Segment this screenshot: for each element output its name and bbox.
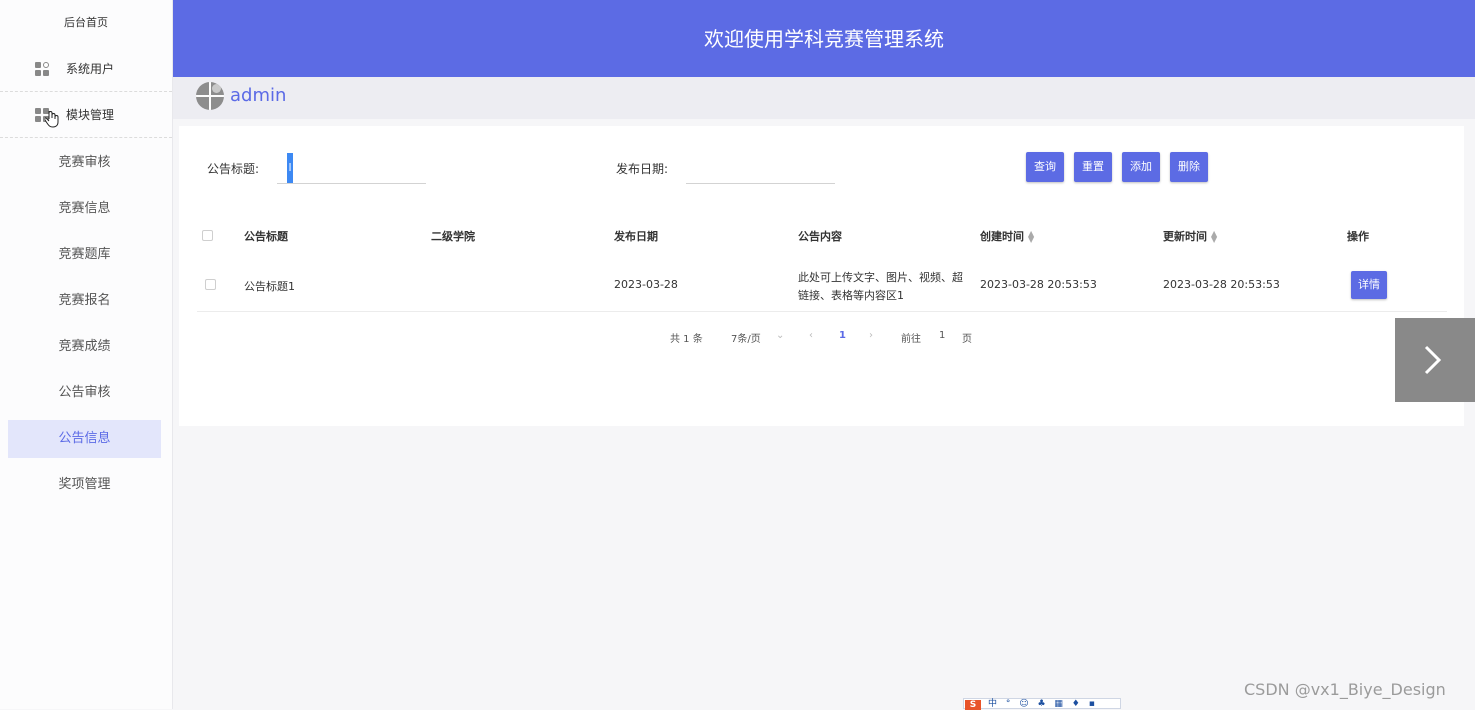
date-search-input[interactable] xyxy=(686,152,835,184)
user-bar: admin xyxy=(173,77,1475,119)
sidebar-group-label: 系统用户 xyxy=(66,62,115,76)
sidebar: 后台首页 系统用户 模块管理 竞赛审核 竞赛信息 竞赛题库 竞赛报名 竞赛成绩 … xyxy=(0,0,173,709)
column-header-actions: 操作 xyxy=(1347,230,1369,243)
column-header-label: 创建时间 xyxy=(980,230,1024,243)
column-header-label: 更新时间 xyxy=(1163,230,1207,243)
sidebar-group-module-management[interactable]: 模块管理 xyxy=(0,92,172,138)
sort-icon[interactable]: ▲ ▼ xyxy=(1211,230,1217,244)
ime-status: 中 ° ☺ ♣ ▦ ♦ ▪ xyxy=(988,699,1098,709)
pagination-total: 共 1 条 xyxy=(670,334,703,345)
sidebar-item-scores[interactable]: 竞赛成绩 xyxy=(8,328,161,366)
sidebar-item-question-bank[interactable]: 竞赛题库 xyxy=(8,236,161,274)
title-search-input[interactable] xyxy=(277,152,426,184)
sidebar-item-registration[interactable]: 竞赛报名 xyxy=(8,282,161,320)
text-cursor: l xyxy=(287,153,293,183)
delete-button[interactable]: 删除 xyxy=(1170,152,1208,182)
avatar[interactable] xyxy=(196,82,224,110)
chevron-down-icon[interactable]: ⌄ xyxy=(776,330,784,341)
title-filter-label: 公告标题: xyxy=(207,162,260,176)
column-header-publish-date: 发布日期 xyxy=(614,230,658,243)
column-header-content: 公告内容 xyxy=(798,230,842,243)
cell-created: 2023-03-28 20:53:53 xyxy=(980,278,1097,291)
current-page[interactable]: 1 xyxy=(839,330,846,341)
page-title: 欢迎使用学科竞赛管理系统 xyxy=(704,27,944,51)
page-header: 欢迎使用学科竞赛管理系统 xyxy=(173,0,1475,77)
row-divider xyxy=(197,311,1447,312)
select-all-checkbox[interactable] xyxy=(202,230,213,241)
watermark: CSDN @vx1_Biye_Design xyxy=(1244,680,1446,699)
ime-toolbar[interactable]: S 中 ° ☺ ♣ ▦ ♦ ▪ xyxy=(963,698,1121,710)
column-header-title: 公告标题 xyxy=(244,230,288,243)
query-button[interactable]: 查询 xyxy=(1026,152,1064,182)
cell-content-line1: 此处可上传文字、图片、视频、超 xyxy=(798,271,963,284)
grid-icon xyxy=(35,62,50,77)
date-filter-label: 发布日期: xyxy=(616,162,669,176)
sidebar-item-notice-review[interactable]: 公告审核 xyxy=(8,374,161,412)
sidebar-item-awards[interactable]: 奖项管理 xyxy=(8,466,161,504)
cell-content-line2: 链接、表格等内容区1 xyxy=(798,289,904,302)
sidebar-group-system-users[interactable]: 系统用户 xyxy=(0,46,172,92)
page-size-select[interactable]: 7条/页 xyxy=(731,330,761,345)
cell-title: 公告标题1 xyxy=(244,280,295,293)
prev-page-icon[interactable]: ‹ xyxy=(809,330,813,341)
column-header-college: 二级学院 xyxy=(431,230,475,243)
goto-label: 前往 xyxy=(901,334,921,345)
column-header-created[interactable]: 创建时间 ▲ ▼ xyxy=(980,228,1034,244)
add-button[interactable]: 添加 xyxy=(1122,152,1160,182)
main-panel: 公告标题: l 发布日期: 查询 重置 添加 删除 公告标题 二级学院 发布日期… xyxy=(179,126,1464,426)
row-checkbox[interactable] xyxy=(205,279,216,290)
sidebar-item-competition-review[interactable]: 竞赛审核 xyxy=(8,144,161,182)
sidebar-home-link[interactable]: 后台首页 xyxy=(0,14,172,30)
hand-cursor-icon xyxy=(45,111,59,128)
next-slide-button[interactable] xyxy=(1395,318,1475,402)
sidebar-item-notice-info[interactable]: 公告信息 xyxy=(8,420,161,458)
reset-button[interactable]: 重置 xyxy=(1074,152,1112,182)
sidebar-item-competition-info[interactable]: 竞赛信息 xyxy=(8,190,161,228)
page-suffix: 页 xyxy=(962,334,972,345)
sort-icon[interactable]: ▲ ▼ xyxy=(1028,230,1034,244)
column-header-updated[interactable]: 更新时间 ▲ ▼ xyxy=(1163,228,1217,244)
chevron-right-icon xyxy=(1424,345,1442,375)
detail-button[interactable]: 详情 xyxy=(1351,271,1387,299)
username[interactable]: admin xyxy=(230,85,286,106)
cell-updated: 2023-03-28 20:53:53 xyxy=(1163,278,1280,291)
goto-page-input[interactable]: 1 xyxy=(939,330,945,341)
sidebar-group-label: 模块管理 xyxy=(66,108,115,122)
cell-publish-date: 2023-03-28 xyxy=(614,278,678,291)
next-page-icon[interactable]: › xyxy=(869,330,873,341)
